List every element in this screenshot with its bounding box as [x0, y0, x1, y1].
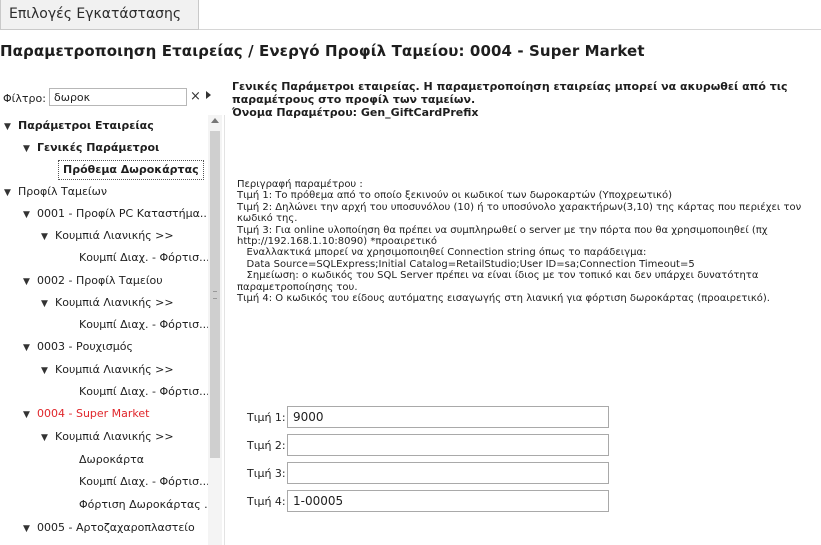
- expanded-arrow-icon[interactable]: ▼: [41, 360, 55, 382]
- param-value-1-input[interactable]: [287, 406, 609, 428]
- page-title: Παραμετροποιηση Εταιρείας / Ενεργό Προφί…: [0, 42, 645, 60]
- expanded-arrow-icon[interactable]: ▼: [41, 226, 55, 248]
- tree-node-general-parameters[interactable]: ▼ Γενικές Παράμετροι: [23, 137, 159, 159]
- description-line: Εναλλακτικά μπορεί να χρησιμοποιηθεί Con…: [237, 247, 647, 259]
- tree-node-giftcard-prefix[interactable]: Πρόθεμα Δωροκάρτας: [58, 160, 204, 180]
- tree-node-profile-0005[interactable]: ▼ 0005 - Αρτοζαχαροπλαστείο: [23, 517, 195, 539]
- param-label: Τιμή 1:: [247, 411, 286, 424]
- tree-node-label: Προφίλ Ταμείων: [18, 185, 107, 198]
- expanded-arrow-icon[interactable]: ▼: [23, 271, 37, 293]
- expanded-arrow-icon[interactable]: ▼: [41, 293, 55, 315]
- expanded-arrow-icon[interactable]: ▼: [41, 427, 55, 449]
- tree-node-label: Πρόθεμα Δωροκάρτας: [63, 163, 199, 176]
- parameter-header: Γενικές Παράμετροι εταιρείας. Η παραμετρ…: [232, 80, 812, 119]
- tree-node-label: 0004 - Super Market: [37, 407, 150, 420]
- description-line: Τιμή 1: Το πρόθεμα από το οποίο ξεκινούν…: [237, 190, 673, 202]
- tree-node-label: Κουμπί Διαχ. - Φόρτισ...: [79, 251, 208, 264]
- grip-icon: [213, 291, 217, 299]
- tree-node-label: Γενικές Παράμετροι: [37, 141, 160, 154]
- tree-node-label: Κουμπιά Λιανικής >>: [55, 363, 174, 376]
- header-line: Γενικές Παράμετροι εταιρείας. Η παραμετρ…: [232, 80, 788, 93]
- tree-node-manage-charge-button[interactable]: Κουμπί Διαχ. - Φόρτισ...: [79, 471, 208, 493]
- description-line: κωδικό της.: [237, 213, 298, 225]
- tree-node-manage-charge-button[interactable]: Κουμπί Διαχ. - Φόρτισ...: [79, 314, 208, 336]
- tree-node-manage-charge-button[interactable]: Κουμπί Διαχ. - Φόρτισ...: [79, 247, 208, 269]
- parameter-tree: ▼ Παράμετροι Εταιρείας ▼ Γενικές Παράμετρο…: [0, 115, 208, 545]
- tree-node-label: Φόρτιση Δωροκάρτας ...: [79, 498, 208, 511]
- param-label: Τιμή 3:: [247, 467, 286, 480]
- scrollbar-thumb[interactable]: [210, 131, 220, 458]
- scroll-up-arrow-icon[interactable]: [211, 118, 219, 123]
- tree-node-profile-0001[interactable]: ▼ 0001 - Προφίλ PC Καταστήμα...: [23, 203, 208, 225]
- param-label: Τιμή 2:: [247, 439, 286, 452]
- param-value-3-input[interactable]: [287, 462, 609, 484]
- tree-node-profile-0002[interactable]: ▼ 0002 - Προφίλ Ταμείου: [23, 270, 163, 292]
- expanded-arrow-icon[interactable]: ▼: [23, 204, 37, 226]
- tree-node-register-profiles[interactable]: ▼ Προφίλ Ταμείων: [4, 181, 107, 203]
- tree-node-giftcard-charge[interactable]: Φόρτιση Δωροκάρτας ...: [79, 494, 208, 516]
- tree-node-label: Κουμπιά Λιανικής >>: [55, 229, 174, 242]
- tree-scrollbar[interactable]: [208, 115, 222, 545]
- tree-node-company-parameters[interactable]: ▼ Παράμετροι Εταιρείας: [4, 115, 154, 137]
- description-line: Τιμή 3: Για online υλοποίηση θα πρέπει ν…: [237, 224, 768, 236]
- tab-strip-line: [199, 29, 821, 30]
- tree-node-retail-buttons[interactable]: ▼ Κουμπιά Λιανικής >>: [41, 426, 174, 448]
- expanded-arrow-icon[interactable]: ▼: [4, 116, 18, 138]
- tree-node-label: Κουμπιά Λιανικής >>: [55, 430, 174, 443]
- parameter-description: Περιγραφή παραμέτρου : Τιμή 1: Το πρόθεμ…: [237, 179, 817, 304]
- expanded-arrow-icon[interactable]: ▼: [23, 138, 37, 160]
- tree-node-label: 0002 - Προφίλ Ταμείου: [37, 274, 163, 287]
- description-line: Τιμή 4: Ο κωδικός του είδους αυτόματης ε…: [237, 293, 770, 305]
- param-value-4-input[interactable]: [287, 490, 609, 512]
- tree-node-retail-buttons[interactable]: ▼ Κουμπιά Λιανικής >>: [41, 225, 174, 247]
- tree-node-label: Κουμπί Διαχ. - Φόρτισ...: [79, 385, 208, 398]
- description-line: Περιγραφή παραμέτρου :: [237, 179, 363, 190]
- tree-node-profile-0003[interactable]: ▼ 0003 - Ρουχισμός: [23, 336, 133, 358]
- description-line: http://192.168.1.10:8090) *προαιρετικό: [237, 236, 437, 248]
- description-line: παραμετροποίησης του.: [237, 281, 358, 293]
- param-value-2-input[interactable]: [287, 434, 609, 456]
- panel-splitter[interactable]: [224, 115, 225, 545]
- tab-installation-options[interactable]: Επιλογές Εγκατάστασης: [0, 0, 199, 30]
- tree-node-label: Κουμπί Διαχ. - Φόρτισ...: [79, 475, 208, 488]
- tree-node-label: 0003 - Ρουχισμός: [37, 340, 133, 353]
- filter-input[interactable]: [49, 88, 187, 106]
- description-line: Σημείωση: ο κωδικός του SQL Server πρέπε…: [237, 270, 759, 282]
- tree-node-profile-0004[interactable]: ▼ 0004 - Super Market: [23, 403, 150, 425]
- expanded-arrow-icon[interactable]: ▼: [4, 182, 18, 204]
- tree-node-label: Κουμπιά Λιανικής >>: [55, 296, 174, 309]
- header-line: παραμέτρους στο προφίλ των ταμείων.: [232, 93, 476, 106]
- tree-node-label: Δωροκάρτα: [79, 453, 145, 466]
- expanded-arrow-icon[interactable]: ▼: [23, 404, 37, 426]
- filter-next-arrow-icon[interactable]: [206, 91, 211, 99]
- tree-node-retail-buttons[interactable]: ▼ Κουμπιά Λιανικής >>: [41, 292, 174, 314]
- tree-node-label: 0005 - Αρτοζαχαροπλαστείο: [37, 521, 195, 534]
- clear-filter-icon[interactable]: ×: [190, 88, 201, 106]
- parameter-name: Όνομα Παραμέτρου: Gen_GiftCardPrefix: [232, 106, 479, 119]
- expanded-arrow-icon[interactable]: ▼: [23, 337, 37, 359]
- description-line: Data Source=SQLExpress;Initial Catalog=R…: [237, 258, 695, 270]
- expanded-arrow-icon[interactable]: ▼: [23, 518, 37, 540]
- param-label: Τιμή 4:: [247, 495, 286, 508]
- tree-node-manage-charge-button[interactable]: Κουμπί Διαχ. - Φόρτισ...: [79, 381, 208, 403]
- tree-node-giftcard[interactable]: Δωροκάρτα: [79, 449, 144, 471]
- tree-node-label: Παράμετροι Εταιρείας: [18, 119, 154, 132]
- filter-label: Φίλτρο:: [3, 92, 46, 105]
- tree-node-label: 0001 - Προφίλ PC Καταστήμα...: [37, 207, 208, 220]
- tree-node-retail-buttons[interactable]: ▼ Κουμπιά Λιανικής >>: [41, 359, 174, 381]
- description-line: Τιμή 2: Δηλώνει την αρχή του υποσυνόλου …: [237, 201, 802, 213]
- tree-node-label: Κουμπί Διαχ. - Φόρτισ...: [79, 318, 208, 331]
